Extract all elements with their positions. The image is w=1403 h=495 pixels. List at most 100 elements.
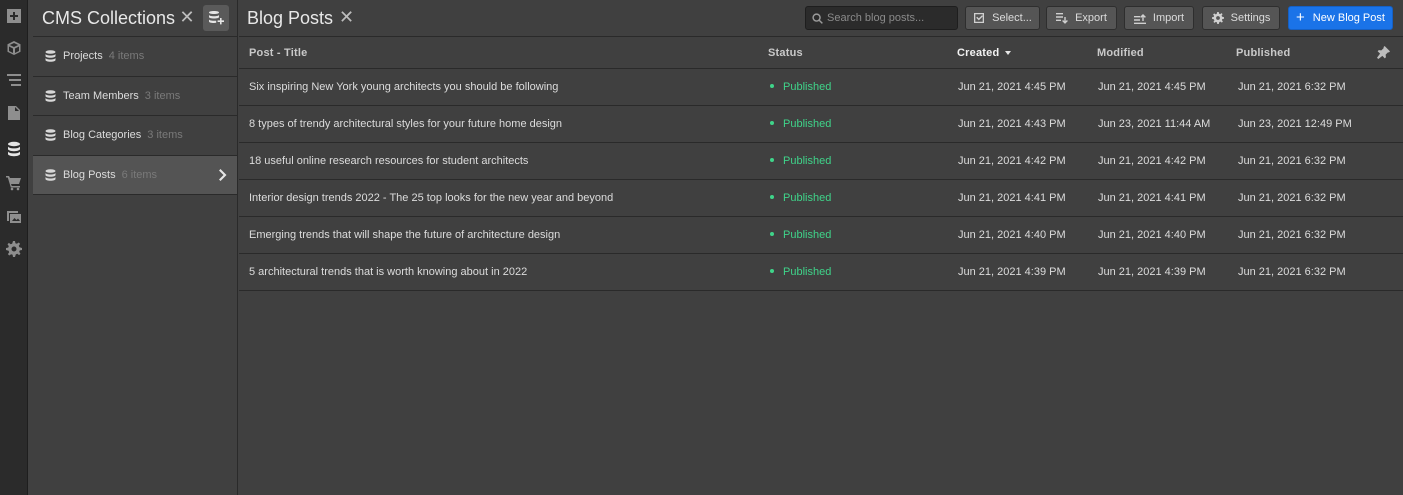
select-button[interactable]: Select... — [965, 6, 1040, 30]
table-row[interactable]: 8 types of trendy architectural styles f… — [239, 106, 1403, 143]
row-published: Jun 21, 2021 6:32 PM — [1238, 229, 1346, 241]
collection-item-blog-posts[interactable]: Blog Posts 6 items — [33, 155, 237, 195]
assets-icon[interactable] — [4, 206, 24, 226]
box-icon[interactable] — [4, 38, 24, 58]
status-badge: Published — [770, 81, 831, 93]
ecommerce-icon[interactable] — [4, 173, 24, 193]
row-published: Jun 21, 2021 6:32 PM — [1238, 81, 1346, 93]
row-modified: Jun 21, 2021 4:40 PM — [1098, 229, 1206, 241]
column-header-created-label: Created — [957, 47, 1000, 59]
collection-item-team-members[interactable]: Team Members 3 items — [33, 77, 237, 116]
search-box[interactable] — [805, 6, 958, 30]
cms-icon[interactable] — [0, 133, 28, 165]
status-badge: Published — [770, 118, 831, 130]
import-icon — [1133, 14, 1146, 24]
database-icon — [45, 129, 56, 142]
import-button[interactable]: Import — [1124, 6, 1194, 30]
main-header: Blog Posts ✕ Select... Export Import Set… — [239, 0, 1403, 37]
collection-count: 3 items — [147, 129, 183, 142]
close-collections-button[interactable]: ✕ — [179, 8, 195, 26]
add-collection-button[interactable] — [203, 5, 229, 31]
row-created: Jun 21, 2021 4:39 PM — [958, 266, 1066, 278]
settings-icon[interactable] — [4, 239, 24, 259]
row-title: Emerging trends that will shape the futu… — [249, 229, 561, 241]
row-published: Jun 21, 2021 6:32 PM — [1238, 155, 1346, 167]
close-collection-button[interactable]: ✕ — [339, 8, 354, 26]
collection-name: Team Members — [63, 89, 139, 102]
collections-title: CMS Collections — [42, 8, 176, 28]
sort-desc-icon — [1005, 51, 1012, 56]
page-title: Blog Posts — [247, 8, 334, 28]
row-modified: Jun 23, 2021 11:44 AM — [1098, 118, 1211, 130]
row-title: 8 types of trendy architectural styles f… — [249, 118, 563, 130]
chevron-right-icon — [219, 168, 227, 181]
collection-count: 4 items — [108, 50, 145, 63]
collection-count: 6 items — [121, 168, 158, 181]
pages-icon[interactable] — [4, 103, 24, 123]
add-icon[interactable] — [4, 6, 24, 26]
export-label: Export — [1075, 12, 1107, 24]
collections-panel: CMS Collections ✕ Projects 4 items Team … — [33, 0, 238, 495]
import-label: Import — [1152, 12, 1185, 24]
new-blog-post-button[interactable]: + New Blog Post — [1288, 6, 1393, 30]
collection-item-projects[interactable]: Projects 4 items — [33, 37, 237, 77]
row-published: Jun 21, 2021 6:32 PM — [1238, 266, 1346, 278]
settings-button[interactable]: Settings — [1202, 6, 1280, 30]
export-icon — [1056, 13, 1068, 24]
row-title: Interior design trends 2022 - The 25 top… — [249, 192, 614, 204]
table-row[interactable]: Emerging trends that will shape the futu… — [239, 217, 1403, 254]
column-header-modified[interactable]: Modified — [1097, 47, 1144, 59]
collection-name: Blog Categories — [63, 129, 142, 142]
table-header: Post - Title Status Created Modified Pub… — [239, 37, 1403, 69]
row-created: Jun 21, 2021 4:41 PM — [958, 192, 1066, 204]
select-label: Select... — [992, 12, 1032, 24]
row-modified: Jun 21, 2021 4:45 PM — [1098, 81, 1206, 93]
status-badge: Published — [770, 155, 831, 167]
plus-icon: + — [1296, 9, 1305, 26]
status-badge: Published — [770, 229, 831, 241]
row-created: Jun 21, 2021 4:40 PM — [958, 229, 1066, 241]
navigator-icon[interactable] — [4, 70, 24, 90]
column-header-status[interactable]: Status — [768, 47, 803, 59]
settings-label: Settings — [1230, 12, 1271, 24]
row-created: Jun 21, 2021 4:45 PM — [958, 81, 1066, 93]
column-header-published[interactable]: Published — [1236, 47, 1290, 59]
main-panel: Blog Posts ✕ Select... Export Import Set… — [239, 0, 1403, 495]
gear-icon — [1211, 12, 1224, 24]
collection-name: Projects — [63, 50, 103, 63]
row-modified: Jun 21, 2021 4:41 PM — [1098, 192, 1206, 204]
collection-name: Blog Posts — [63, 168, 116, 181]
checkbox-icon — [974, 13, 985, 23]
search-icon — [812, 12, 823, 24]
database-icon — [45, 168, 56, 181]
row-created: Jun 21, 2021 4:43 PM — [958, 118, 1066, 130]
table-row[interactable]: Six inspiring New York young architects … — [239, 69, 1403, 106]
row-published: Jun 23, 2021 12:49 PM — [1238, 118, 1352, 130]
column-header-created[interactable]: Created — [957, 47, 1012, 59]
pin-icon[interactable] — [1377, 46, 1390, 59]
database-icon — [45, 89, 56, 102]
table-row[interactable]: Interior design trends 2022 - The 25 top… — [239, 180, 1403, 217]
column-header-title[interactable]: Post - Title — [249, 47, 307, 59]
icon-rail — [0, 0, 28, 495]
row-title: Six inspiring New York young architects … — [249, 81, 559, 93]
status-badge: Published — [770, 192, 831, 204]
status-badge: Published — [770, 266, 831, 278]
row-created: Jun 21, 2021 4:42 PM — [958, 155, 1066, 167]
collection-item-blog-categories[interactable]: Blog Categories 3 items — [33, 116, 237, 156]
row-title: 5 architectural trends that is worth kno… — [249, 266, 528, 278]
row-modified: Jun 21, 2021 4:42 PM — [1098, 155, 1206, 167]
export-button[interactable]: Export — [1046, 6, 1117, 30]
table-row[interactable]: 18 useful online research resources for … — [239, 143, 1403, 180]
row-published: Jun 21, 2021 6:32 PM — [1238, 192, 1346, 204]
database-icon — [45, 50, 56, 63]
row-title: 18 useful online research resources for … — [249, 155, 529, 167]
add-database-icon — [209, 11, 224, 25]
collection-count: 3 items — [144, 89, 181, 102]
row-modified: Jun 21, 2021 4:39 PM — [1098, 266, 1206, 278]
items-table: Post - Title Status Created Modified Pub… — [239, 37, 1403, 291]
search-input[interactable] — [827, 12, 952, 24]
collections-header: CMS Collections ✕ — [33, 0, 237, 37]
new-blog-post-label: New Blog Post — [1312, 12, 1385, 24]
table-row[interactable]: 5 architectural trends that is worth kno… — [239, 254, 1403, 291]
